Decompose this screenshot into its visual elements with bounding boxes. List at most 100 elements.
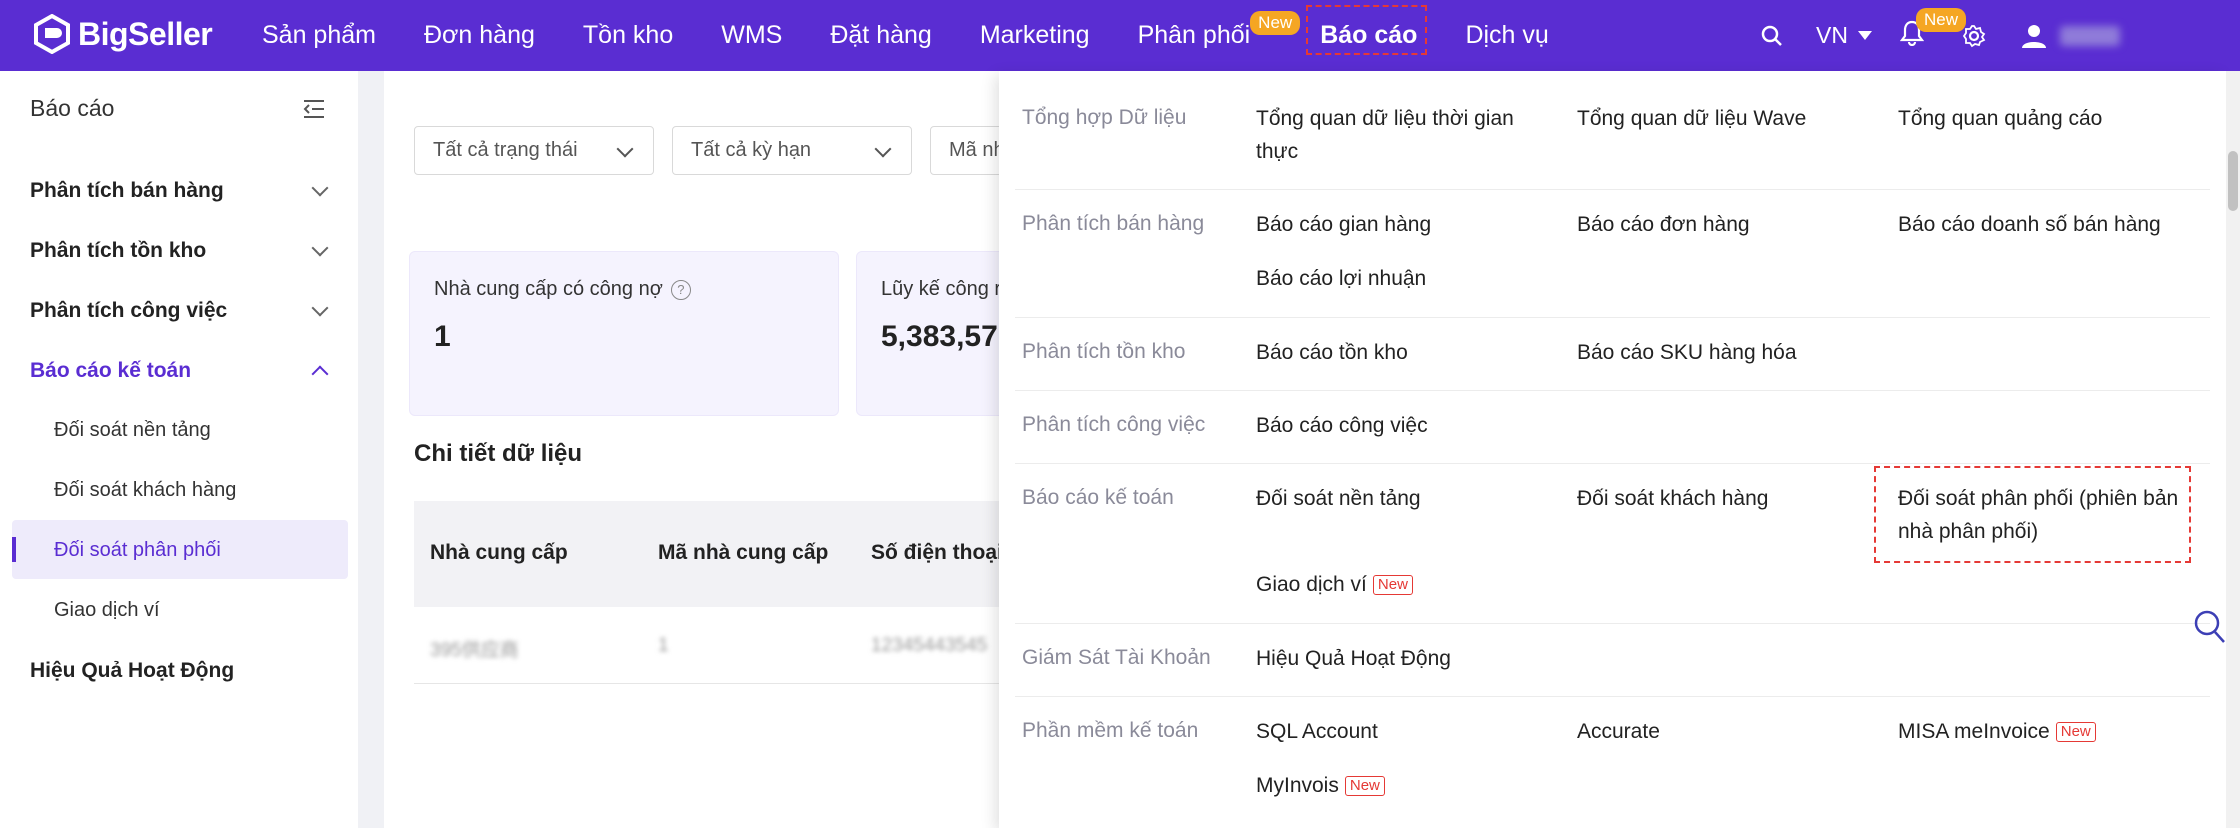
sidebar-item-label: Phân tích công việc	[30, 299, 228, 322]
sidebar-item-performance[interactable]: Hiệu Quả Hoạt Động	[30, 659, 330, 683]
notifications[interactable]: New	[1899, 8, 1967, 51]
sidebar-active-indicator	[12, 537, 16, 562]
menu-link-platform-reconciliation[interactable]: Đối soát nền tảng	[1256, 482, 1421, 515]
menu-row-account-monitoring: Giám Sát Tài Khoản Hiệu Quả Hoạt Động	[1015, 624, 2210, 697]
column-header-supplier-code: Mã nhà cung cấp	[658, 541, 829, 564]
menu-row-work-analysis: Phân tích công việc Báo cáo công việc	[1015, 391, 2210, 464]
menu-link-inventory-report[interactable]: Báo cáo tồn kho	[1256, 336, 1408, 369]
status-filter-select[interactable]: Tất cả trạng thái	[414, 126, 654, 175]
help-question-icon[interactable]: ?	[670, 279, 691, 300]
sidebar-item-accounting-reports[interactable]: Báo cáo kế toán	[30, 359, 330, 383]
menu-link-customer-reconciliation[interactable]: Đối soát khách hàng	[1577, 482, 1768, 515]
chevron-down-icon	[311, 179, 329, 197]
sidebar-item-work-analysis[interactable]: Phân tích công việc	[30, 299, 330, 323]
search-icon[interactable]	[1756, 20, 1788, 52]
chevron-up-icon	[311, 365, 329, 383]
nav-services[interactable]: Dịch vụ	[1465, 21, 1548, 50]
chevron-down-icon	[874, 140, 892, 158]
menu-link-performance[interactable]: Hiệu Quả Hoạt Động	[1256, 642, 1451, 675]
notification-new-badge: New	[1916, 8, 1967, 32]
stat-label: Nhà cung cấp có công nợ	[434, 278, 663, 300]
sidebar-subitem-wallet-transactions[interactable]: Giao dịch ví	[54, 599, 160, 622]
collapse-sidebar-icon[interactable]	[302, 99, 326, 124]
stat-card-debt-suppliers: Nhà cung cấp có công nợ ? 1	[409, 251, 839, 416]
status-filter-value: Tất cả trạng thái	[433, 139, 578, 161]
nav-products[interactable]: Sản phẩm	[262, 21, 376, 50]
user-avatar-icon[interactable]	[2018, 20, 2050, 52]
menu-category: Báo cáo kế toán	[1022, 486, 1174, 509]
reports-dropdown-menu: Tổng hợp Dữ liệu Tổng quan dữ liệu thời …	[999, 71, 2226, 828]
language-selector[interactable]: VN	[1816, 22, 1872, 49]
period-filter-value: Tất cả kỳ hạn	[691, 139, 812, 161]
chevron-down-icon	[311, 299, 329, 317]
menu-category: Giám Sát Tài Khoản	[1022, 646, 1211, 669]
menu-category: Phân tích bán hàng	[1022, 212, 1205, 235]
new-badge: New	[1372, 575, 1413, 596]
menu-link-myinvois[interactable]: MyInvois New	[1256, 769, 1385, 802]
nav-right-tools: VN New	[1756, 0, 2120, 71]
chevron-down-icon	[311, 239, 329, 257]
floating-search-icon[interactable]	[2193, 609, 2227, 650]
nav-wms[interactable]: WMS	[721, 21, 782, 50]
menu-link-misa-meinvoice[interactable]: MISA meInvoice New	[1898, 715, 2096, 748]
cell-supplier: 395供应商	[430, 640, 519, 661]
bigseller-logo-icon	[34, 14, 70, 54]
sidebar-item-label: Hiệu Quả Hoạt Động	[30, 659, 235, 682]
menu-row-sales-analysis: Phân tích bán hàng Báo cáo gian hàng Báo…	[1015, 190, 2210, 318]
supplier-code-filter-value: Mã nh	[949, 139, 1005, 161]
cell-supplier-code: 1	[658, 635, 669, 656]
nav-inventory[interactable]: Tồn kho	[583, 21, 673, 50]
period-filter-select[interactable]: Tất cả kỳ hạn	[672, 126, 912, 175]
menu-link-label: MyInvois	[1256, 774, 1339, 797]
column-header-phone: Số điện thoại	[871, 541, 1003, 564]
menu-link-label: MISA meInvoice	[1898, 720, 2050, 743]
nav-marketing[interactable]: Marketing	[980, 21, 1090, 50]
caret-down-icon	[1858, 31, 1872, 40]
sidebar-subitem-customer-reconciliation[interactable]: Đối soát khách hàng	[54, 479, 236, 502]
user-name-blurred[interactable]	[2060, 25, 2120, 46]
menu-row-inventory-analysis: Phân tích tồn kho Báo cáo tồn kho Báo cá…	[1015, 318, 2210, 391]
nav-purchase[interactable]: Đặt hàng	[830, 21, 931, 50]
cell-phone: 12345443545	[871, 635, 988, 656]
nav-orders[interactable]: Đơn hàng	[424, 21, 535, 50]
sidebar-item-label: Báo cáo kế toán	[30, 359, 192, 382]
new-badge: New	[2055, 722, 2096, 743]
column-header-supplier: Nhà cung cấp	[430, 541, 568, 564]
menu-link-sku-report[interactable]: Báo cáo SKU hàng hóa	[1577, 336, 1797, 369]
sidebar-item-label: Phân tích tồn kho	[30, 239, 207, 262]
menu-link-sales-report[interactable]: Báo cáo doanh số bán hàng	[1898, 208, 2161, 241]
menu-link-work-report[interactable]: Báo cáo công việc	[1256, 409, 1428, 442]
sidebar-subitem-platform-reconciliation[interactable]: Đối soát nền tảng	[54, 419, 211, 442]
menu-link-accurate[interactable]: Accurate	[1577, 715, 1660, 748]
nav-distribution[interactable]: Phân phối New	[1138, 11, 1301, 50]
menu-category: Phân tích công việc	[1022, 413, 1206, 436]
language-label: VN	[1816, 22, 1848, 48]
menu-link-profit-report[interactable]: Báo cáo lợi nhuận	[1256, 262, 1426, 295]
stat-value: 5,383,57	[881, 320, 998, 353]
menu-link-ads-overview[interactable]: Tổng quan quảng cáo	[1898, 102, 2102, 135]
menu-category: Tổng hợp Dữ liệu	[1022, 106, 1187, 129]
stat-value: 1	[434, 320, 451, 353]
sidebar-item-label: Phân tích bán hàng	[30, 179, 224, 202]
new-badge: New	[1250, 11, 1301, 35]
menu-category: Phân tích tồn kho	[1022, 340, 1186, 363]
menu-link-label: Giao dịch ví	[1256, 573, 1367, 596]
menu-link-wave-overview[interactable]: Tổng quan dữ liệu Wave	[1577, 102, 1806, 135]
top-navigation-bar: BigSeller Sản phẩm Đơn hàng Tồn kho WMS …	[0, 0, 2240, 71]
menu-link-realtime-overview[interactable]: Tổng quan dữ liệu thời gian thực	[1256, 102, 1546, 168]
highlight-box-reports	[1306, 5, 1427, 55]
menu-link-wallet-transactions[interactable]: Giao dịch ví New	[1256, 568, 1413, 601]
menu-row-accounting-software: Phần mềm kế toán SQL Account Accurate MI…	[1015, 697, 2210, 828]
menu-link-sql-account[interactable]: SQL Account	[1256, 715, 1378, 748]
sidebar-subitem-distribution-reconciliation[interactable]: Đối soát phân phối	[54, 539, 221, 562]
sidebar-item-sales-analysis[interactable]: Phân tích bán hàng	[30, 179, 330, 203]
page-scrollbar[interactable]	[2226, 71, 2240, 828]
menu-link-order-report[interactable]: Báo cáo đơn hàng	[1577, 208, 1750, 241]
menu-row-data-overview: Tổng hợp Dữ liệu Tổng quan dữ liệu thời …	[1015, 71, 2210, 190]
scrollbar-thumb[interactable]	[2228, 151, 2238, 211]
menu-link-shop-report[interactable]: Báo cáo gian hàng	[1256, 208, 1431, 241]
sidebar: Báo cáo Phân tích bán hàng Phân tích tồn…	[0, 71, 358, 828]
bigseller-logo[interactable]: BigSeller	[32, 14, 213, 54]
new-badge: New	[1344, 776, 1385, 797]
sidebar-item-inventory-analysis[interactable]: Phân tích tồn kho	[30, 239, 330, 263]
